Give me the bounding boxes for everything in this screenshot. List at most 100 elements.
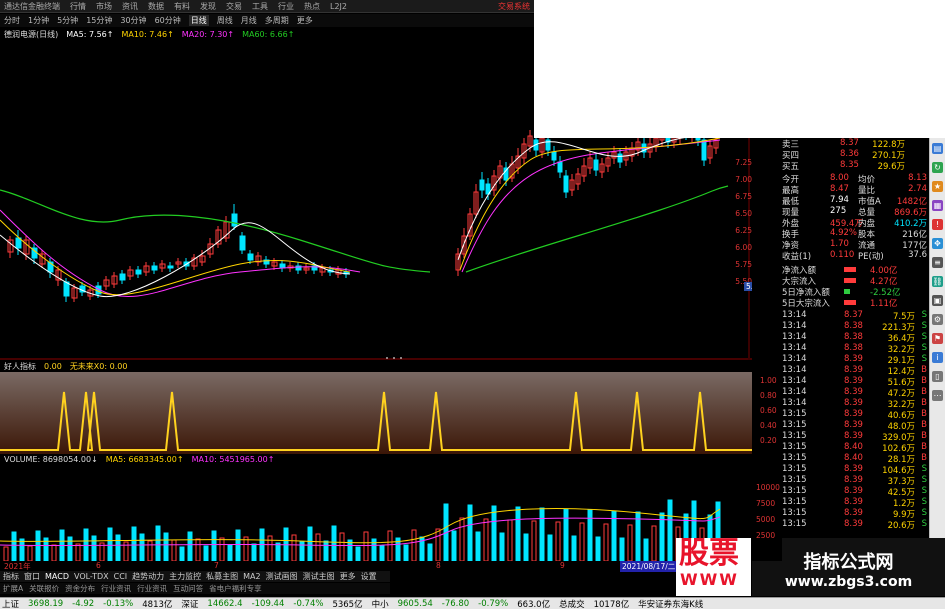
menu-item-market[interactable]: 行情 <box>70 1 86 12</box>
tab-4[interactable]: CCI <box>114 572 128 581</box>
menu-item-discover[interactable]: 发现 <box>200 1 216 12</box>
tick-time: 13:15 <box>782 475 807 485</box>
tab-6[interactable]: 主力监控 <box>169 571 201 582</box>
flag-icon[interactable]: ⚑ <box>932 333 943 344</box>
alert-icon[interactable]: ! <box>932 219 943 230</box>
broker-name: 华安证券东海K线 <box>638 599 704 609</box>
info-tab-2[interactable]: 资金分布 <box>65 583 95 594</box>
period-5min[interactable]: 5分钟 <box>57 15 78 26</box>
tab-8[interactable]: MA2 <box>243 572 260 581</box>
period-monthly[interactable]: 月线 <box>241 15 257 26</box>
period-intraday[interactable]: 分时 <box>4 15 20 26</box>
period-30min[interactable]: 30分钟 <box>120 15 146 26</box>
tick-time: 13:14 <box>782 343 807 353</box>
file-icon[interactable]: ▯ <box>932 371 943 382</box>
tab-5[interactable]: 趋势动力 <box>132 571 164 582</box>
volume-bar <box>475 531 481 561</box>
volume-bar <box>643 538 649 561</box>
menu-item-industry[interactable]: 行业 <box>278 1 294 12</box>
x-label-9: 9 <box>560 561 565 570</box>
sz-label[interactable]: 深证 <box>181 598 198 609</box>
volume-chart[interactable] <box>0 465 752 561</box>
tick-time: 13:14 <box>782 321 807 331</box>
move-icon[interactable]: ✥ <box>932 238 943 249</box>
tab-0[interactable]: 指标 <box>3 571 19 582</box>
star-icon[interactable]: ★ <box>932 181 943 192</box>
price-tick: 6.00 <box>735 243 752 252</box>
tick-price: 8.38 <box>844 332 863 342</box>
menu-item-trade[interactable]: 交易 <box>226 1 242 12</box>
ma60-label: MA60: 6.66↑ <box>242 29 295 39</box>
refresh-icon[interactable]: ↻ <box>932 162 943 173</box>
indicator-tick: 0.40 <box>760 421 777 430</box>
grid-icon[interactable]: ▦ <box>932 200 943 211</box>
period-60min[interactable]: 60分钟 <box>155 15 181 26</box>
x-axis: 2021年 6 7 8 9 2021/08/17/二 <box>0 561 752 572</box>
tab-2[interactable]: MACD <box>45 572 69 581</box>
sh-label[interactable]: 上证 <box>2 598 19 609</box>
stat-row: 外盘 459.4万 内盘 410.2万 <box>752 217 929 229</box>
menu-item-youliao[interactable]: 有料 <box>174 1 190 12</box>
period-weekly[interactable]: 周线 <box>217 15 233 26</box>
tick-price: 8.38 <box>844 321 863 331</box>
period-more[interactable]: 更多 <box>297 15 313 26</box>
volume-tick: 2500 <box>756 531 776 540</box>
info-tab-4[interactable]: 行业资讯 <box>137 583 167 594</box>
menu-item-news[interactable]: 资讯 <box>122 1 138 12</box>
tick-price: 8.39 <box>844 464 863 474</box>
indicator-chart[interactable] <box>0 372 752 454</box>
stat-value-2: 37.6 <box>908 250 927 260</box>
settings-icon[interactable]: ⚙ <box>932 314 943 325</box>
period-1min[interactable]: 1分钟 <box>28 15 49 26</box>
volume-bar <box>235 529 241 561</box>
lock-icon[interactable]: ▣ <box>932 295 943 306</box>
tab-3[interactable]: VOL-TDX <box>74 572 109 581</box>
tab-11[interactable]: 更多 <box>340 571 356 582</box>
menu-item-hot[interactable]: 热点 <box>304 1 320 12</box>
info-tab-6[interactable]: 省电户福利专享 <box>209 583 262 594</box>
tick-row: 13:14 8.38 32.2万 S <box>752 343 929 355</box>
list-icon[interactable]: ≡ <box>932 257 943 268</box>
tick-time: 13:15 <box>782 486 807 496</box>
tick-price: 8.40 <box>844 453 863 463</box>
menu-item-exchange[interactable]: 市场 <box>96 1 112 12</box>
tick-price: 8.39 <box>844 497 863 507</box>
volume-tick: 5000 <box>756 515 776 524</box>
info-tab-1[interactable]: 关联报价 <box>29 583 59 594</box>
zx-label[interactable]: 中小 <box>372 598 389 609</box>
tick-direction: S <box>921 475 927 485</box>
link-icon[interactable]: ⛓ <box>932 276 943 287</box>
info-tab-0[interactable]: 扩展A <box>3 583 23 594</box>
tick-time: 13:15 <box>782 508 807 518</box>
tick-direction: S <box>921 508 927 518</box>
sh-change: -4.92 <box>72 598 95 609</box>
total-value: 10178亿 <box>593 599 630 609</box>
more-icon[interactable]: ⋯ <box>932 390 943 401</box>
period-15min[interactable]: 15分钟 <box>86 15 112 26</box>
tab-1[interactable]: 窗口 <box>24 571 40 582</box>
tab-7[interactable]: 私募主图 <box>206 571 238 582</box>
tab-9[interactable]: 测试画图 <box>266 571 298 582</box>
candle-body <box>119 273 126 281</box>
menu-item-tools[interactable]: 工具 <box>252 1 268 12</box>
period-multi[interactable]: 多周期 <box>265 15 289 26</box>
menu-item-l2[interactable]: L2J2 <box>330 2 347 11</box>
tick-time: 13:15 <box>782 431 807 441</box>
stat-value-2: 8.13 <box>908 173 927 183</box>
flow-row: 大宗流入 4.27亿 <box>752 275 929 287</box>
info-icon[interactable]: i <box>932 352 943 363</box>
chart-icon[interactable]: ▤ <box>932 143 943 154</box>
period-daily[interactable]: 日线 <box>188 15 209 26</box>
indicator-name[interactable]: 好人指标 <box>4 361 36 372</box>
tab-10[interactable]: 测试主图 <box>303 571 335 582</box>
volume-ma10-label: MA10: 5451965.00↑ <box>191 455 275 464</box>
info-tab-5[interactable]: 互动问答 <box>173 583 203 594</box>
info-tab-3[interactable]: 行业资讯 <box>101 583 131 594</box>
tick-volume: 20.6万 <box>887 521 915 531</box>
volume-bar <box>187 531 193 561</box>
volume-bar <box>403 544 409 561</box>
trade-system-link[interactable]: 交易系统 <box>498 1 530 12</box>
volume-bar <box>211 530 217 561</box>
menu-item-data[interactable]: 数据 <box>148 1 164 12</box>
tab-12[interactable]: 设置 <box>361 571 377 582</box>
